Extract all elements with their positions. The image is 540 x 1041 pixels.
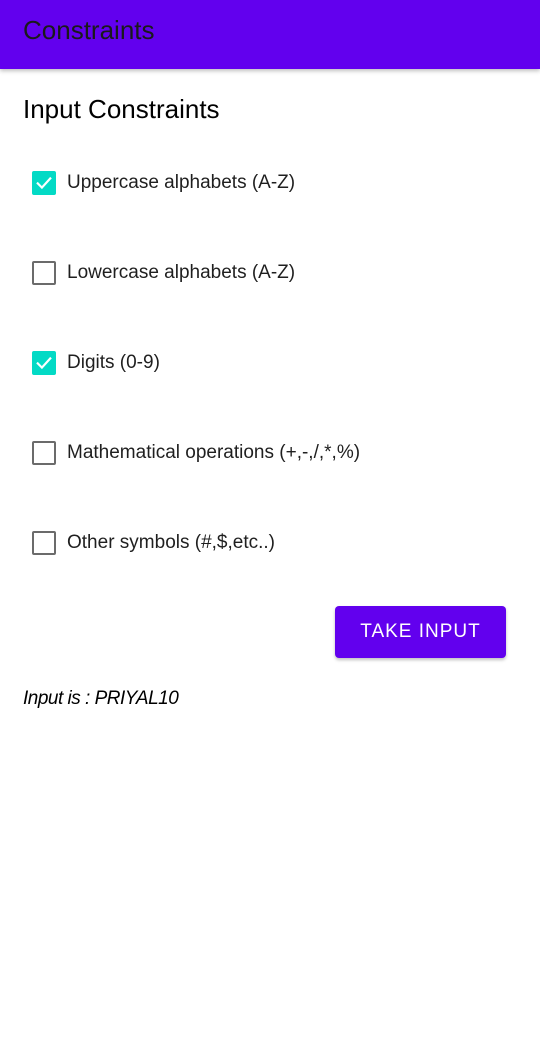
option-lowercase[interactable]: Lowercase alphabets (A-Z) bbox=[28, 253, 295, 293]
option-math-operations[interactable]: Mathematical operations (+,-,/,*,%) bbox=[28, 433, 360, 473]
lowercase-label: Lowercase alphabets (A-Z) bbox=[67, 262, 296, 283]
math-operations-checkbox[interactable] bbox=[32, 441, 56, 465]
app-bar-title: Constraints bbox=[23, 15, 155, 45]
result-text: Input is : PRIYAL10 bbox=[23, 688, 179, 709]
digits-label: Digits (0-9) bbox=[67, 352, 160, 373]
option-digits[interactable]: Digits (0-9) bbox=[28, 343, 160, 383]
option-other-symbols[interactable]: Other symbols (#,$,etc..) bbox=[28, 523, 275, 563]
section-title: Input Constraints bbox=[23, 94, 220, 124]
digits-checkbox[interactable] bbox=[32, 351, 56, 375]
uppercase-checkbox[interactable] bbox=[32, 171, 56, 195]
math-operations-label: Mathematical operations (+,-,/,*,%) bbox=[67, 442, 361, 463]
take-input-label: TAKE INPUT bbox=[360, 621, 481, 642]
app-bar: Constraints bbox=[0, 0, 540, 69]
option-uppercase[interactable]: Uppercase alphabets (A-Z) bbox=[28, 163, 295, 203]
other-symbols-checkbox[interactable] bbox=[32, 531, 56, 555]
lowercase-checkbox[interactable] bbox=[32, 261, 56, 285]
checkmark-icon bbox=[36, 356, 52, 370]
checkmark-icon bbox=[36, 176, 52, 190]
uppercase-label: Uppercase alphabets (A-Z) bbox=[67, 172, 296, 193]
take-input-button[interactable]: TAKE INPUT bbox=[335, 606, 506, 658]
other-symbols-label: Other symbols (#,$,etc..) bbox=[67, 532, 276, 553]
